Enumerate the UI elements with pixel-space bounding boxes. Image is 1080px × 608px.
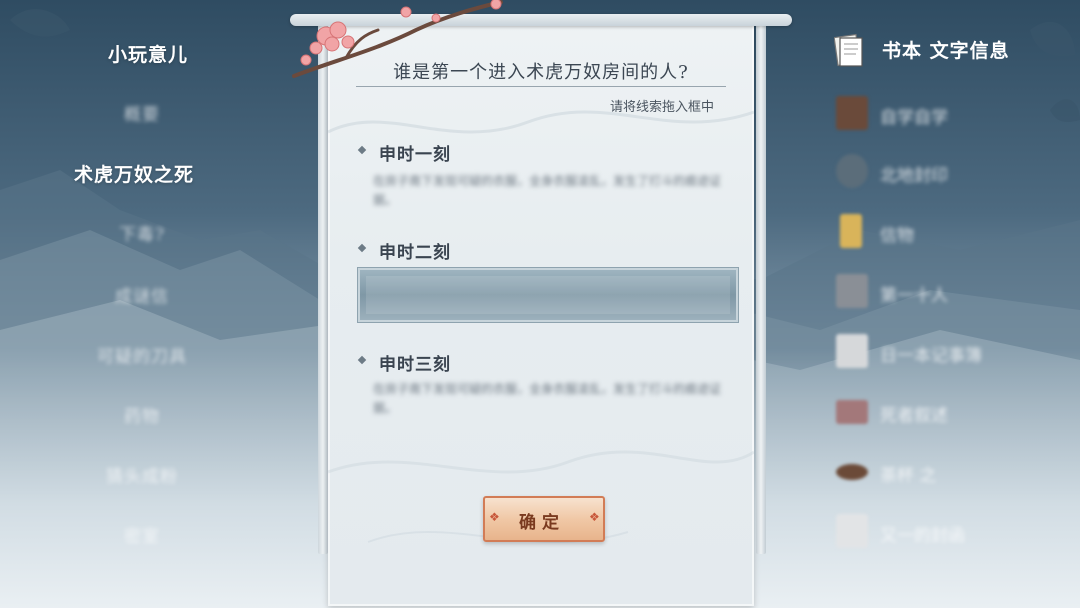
question-divider (356, 86, 726, 87)
section-body-1: 在房子南下发现可疑的衣服，全身衣服凌乱，发生了打斗的痕迹证据。 (373, 174, 722, 207)
section-title-1: 申时一刻 (379, 145, 451, 165)
left-menu-item-3[interactable]: 下毒? (32, 220, 252, 245)
clue-item-4[interactable]: 日一本记事簿 (830, 332, 1050, 372)
clue-thumb-icon (836, 274, 868, 308)
clue-thumb-icon (836, 464, 868, 480)
drag-hint: 请将线索拖入框中 (609, 100, 714, 115)
plum-blossom-branch-icon (292, 0, 503, 78)
clue-item-6[interactable]: 茶杯 之 (830, 452, 1050, 492)
section-body-3: 在房子南下发现可疑的衣服，全身衣服凌乱，发生了打斗的痕迹证据。 (373, 382, 722, 415)
left-menu-item-4[interactable]: 成谜信 (32, 282, 252, 307)
left-menu-item-7[interactable]: 猜头成粉 (32, 462, 252, 487)
clue-label: 又一的封函 (880, 526, 965, 546)
right-panel-title: 书本 文字信息 (882, 40, 1010, 62)
confirm-button[interactable]: ❖ 确定 ❖ (483, 496, 605, 542)
clue-item-5[interactable]: 死者叙述 (830, 392, 1050, 432)
clue-item-0[interactable]: 自学自学 (830, 94, 1050, 134)
clue-thumb-icon (840, 214, 862, 248)
clue-label: 北地封印 (880, 166, 948, 186)
clue-drop-slot[interactable] (358, 268, 738, 322)
left-menu-item-1[interactable]: 概要 (32, 100, 252, 125)
clue-item-7[interactable]: 又一的封函 (830, 512, 1050, 552)
clue-item-1[interactable]: 北地封印 (830, 152, 1050, 192)
clue-item-2[interactable]: 信物 (830, 212, 1050, 252)
clue-label: 自学自学 (880, 108, 948, 128)
right-panel-header: 书本 文字信息 (830, 30, 1050, 70)
question-title: 谁是第一个进入术虎万奴房间的人? (393, 62, 689, 83)
left-menu-item-8[interactable]: 密室 (32, 522, 252, 547)
clue-label: 第一十人 (880, 286, 948, 306)
scroll-post-right (756, 24, 766, 554)
left-menu-item-6[interactable]: 药物 (32, 402, 252, 427)
clue-label: 茶杯 之 (880, 466, 937, 486)
drop-slot-inner (366, 276, 730, 314)
clue-label: 日一本记事簿 (880, 346, 982, 366)
section-title-2: 申时二刻 (379, 243, 451, 263)
clue-label: 死者叙述 (880, 406, 948, 426)
button-ornament-icon: ❖ (589, 510, 600, 524)
section-title-3: 申时三刻 (379, 355, 451, 375)
book-icon (834, 33, 863, 67)
clue-item-3[interactable]: 第一十人 (830, 272, 1050, 312)
clue-thumb-icon (836, 400, 868, 424)
clue-thumb-icon (836, 154, 868, 188)
left-menu-item-5[interactable]: 可疑的刀具 (32, 342, 252, 367)
clue-label: 信物 (880, 226, 914, 246)
left-menu-item-2[interactable]: 术虎万奴之死 (24, 160, 244, 187)
clue-thumb-icon (836, 334, 868, 368)
clue-thumb-icon (836, 514, 868, 548)
clue-thumb-icon (836, 96, 868, 130)
left-menu-item-0[interactable]: 小玩意儿 (38, 40, 258, 67)
confirm-button-label: 确定 (519, 513, 565, 533)
